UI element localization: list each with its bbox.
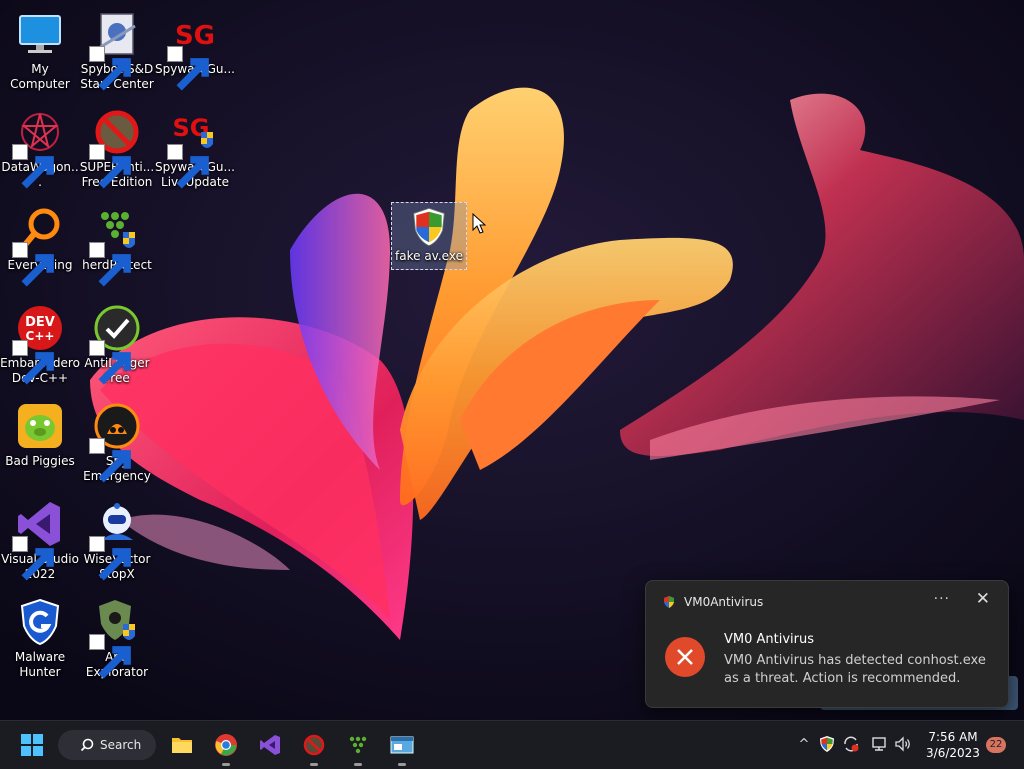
search-label: Search	[100, 738, 142, 752]
running-indicator	[222, 763, 230, 766]
desktop-icon-wisevector[interactable]: WiseVector StopX	[77, 492, 157, 584]
shortcut-arrow-icon	[12, 536, 54, 581]
taskbar-superantispyware[interactable]	[298, 729, 330, 766]
running-indicator	[354, 763, 362, 766]
sync-error-icon	[844, 736, 859, 752]
desktop-icon-label: Malware Hunter	[14, 650, 66, 679]
spybot-icon	[89, 8, 143, 91]
shortcut-arrow-icon	[89, 634, 131, 679]
devcpp-icon: DEV C++	[12, 302, 66, 385]
defender-shield-icon	[664, 596, 674, 608]
shortcut-arrow-icon	[167, 144, 209, 189]
tray-network[interactable]	[870, 735, 890, 755]
taskbar-chrome[interactable]	[210, 729, 242, 766]
shortcut-arrow-icon	[167, 46, 209, 91]
taskbar-clock[interactable]: 7:56 AM 3/6/2023	[918, 729, 988, 761]
visual-studio-icon	[260, 735, 280, 755]
monitor-icon	[14, 8, 66, 60]
shortcut-arrow-icon	[12, 242, 54, 287]
defender-shield-icon	[820, 736, 834, 752]
toast-message: VM0 Antivirus has detected conhost.exe a…	[724, 653, 986, 686]
desktop-icon-label: My Computer	[10, 62, 70, 91]
shortcut-arrow-icon	[89, 242, 131, 287]
toast-app-name: VM0Antivirus	[684, 595, 764, 609]
tray-sync-status[interactable]	[842, 735, 862, 755]
toast-close-button[interactable]: ✕	[976, 589, 990, 609]
shortcut-arrow-icon	[12, 144, 54, 189]
taskbar: Search ^ 7:56 AM 3/6/2023 22	[0, 720, 1024, 769]
application-window-icon	[390, 736, 414, 754]
desktop-icon-devcpp[interactable]: DEV C++ Embarcadero Dev-C++	[0, 296, 80, 388]
toast-title: VM0 Antivirus	[724, 632, 815, 647]
clock-date: 3/6/2023	[926, 746, 980, 760]
shortcut-arrow-icon	[12, 340, 54, 385]
desktop-icon-my-computer[interactable]: My Computer	[0, 2, 80, 94]
herdprotect-icon	[89, 204, 143, 287]
herdprotect-icon	[349, 736, 367, 754]
shortcut-arrow-icon	[89, 46, 131, 91]
desktop-icon-visual-studio[interactable]: Visual Studio 2022	[0, 492, 80, 584]
spy-emergency-icon	[89, 400, 143, 483]
toast-more-button[interactable]: ···	[934, 591, 950, 607]
shortcut-arrow-icon	[89, 438, 131, 483]
taskbar-file-explorer[interactable]	[166, 729, 198, 761]
desktop-icon-spy-emergency[interactable]: Spy Emergency	[77, 394, 157, 486]
notification-count-badge[interactable]: 22	[986, 737, 1006, 753]
desktop-icon-bad-piggies[interactable]: Bad Piggies	[0, 394, 80, 486]
checkmark-circle-icon	[89, 302, 143, 385]
network-icon	[872, 737, 886, 751]
clock-time: 7:56 AM	[928, 730, 978, 744]
anti-explorator-icon	[89, 596, 143, 679]
desktop-icon-everything[interactable]: Everything	[0, 198, 80, 290]
desktop-icon-spywareguard[interactable]: SG SpywareGu...	[155, 2, 235, 94]
desktop-icon-anti-explorator[interactable]: Anti Explorator	[77, 590, 157, 682]
desktop-icon-spywareguard-liveupdate[interactable]: SG SpywareGu... LiveUpdate	[155, 100, 235, 192]
search-icon	[80, 738, 94, 752]
svg-text:DEV: DEV	[25, 315, 55, 330]
desktop-icon-superantispyware[interactable]: SUPERAnti... Free Edition	[77, 100, 157, 192]
speaker-icon	[895, 736, 910, 752]
error-x-icon	[665, 637, 705, 677]
tray-overflow-chevron[interactable]: ^	[794, 735, 814, 755]
desktop-icon-label: Bad Piggies	[5, 454, 75, 468]
desktop-icon-fake-av[interactable]: fake av.exe	[391, 202, 467, 270]
datawagon-icon	[12, 106, 66, 189]
running-indicator	[398, 763, 406, 766]
taskbar-app-window[interactable]	[386, 729, 418, 766]
chrome-icon	[215, 734, 237, 756]
tray-defender[interactable]	[818, 735, 838, 755]
toast-header: VM0Antivirus	[662, 595, 763, 609]
running-indicator	[310, 763, 318, 766]
folder-icon	[172, 738, 192, 753]
spywareguard-logo-icon: SG	[167, 8, 221, 91]
visual-studio-icon	[12, 498, 66, 581]
start-button[interactable]	[16, 729, 48, 761]
taskbar-search[interactable]: Search	[58, 730, 156, 760]
shield-g-icon	[14, 596, 66, 648]
mouse-cursor-icon	[472, 213, 486, 234]
desktop-icon-herdprotect[interactable]: herdProtect	[77, 198, 157, 290]
green-pig-icon	[14, 400, 66, 452]
superantispyware-icon	[303, 734, 325, 756]
desktop-icon-label: fake av.exe	[395, 249, 463, 263]
magnifier-icon	[12, 204, 66, 287]
spywareguard-update-icon: SG	[167, 106, 221, 189]
shield-windows-icon	[407, 205, 451, 249]
superantispyware-icon	[89, 106, 143, 189]
desktop-icon-datawagon[interactable]: DataWagon...	[0, 100, 80, 192]
taskbar-visual-studio[interactable]	[254, 729, 286, 761]
shortcut-arrow-icon	[89, 536, 131, 581]
windows-logo-icon	[21, 734, 43, 756]
robot-shield-icon	[89, 498, 143, 581]
desktop-icon-malware-hunter[interactable]: Malware Hunter	[0, 590, 80, 682]
shortcut-arrow-icon	[89, 144, 131, 189]
notification-toast[interactable]: VM0Antivirus ··· ✕ VM0 Antivirus VM0 Ant…	[645, 580, 1009, 708]
desktop-icon-antilogger[interactable]: AntiLogger Free	[77, 296, 157, 388]
desktop-icon-spybot[interactable]: Spybot-S&D Start Center	[77, 2, 157, 94]
taskbar-herdprotect[interactable]	[342, 729, 374, 766]
shortcut-arrow-icon	[89, 340, 131, 385]
tray-volume[interactable]	[894, 735, 914, 755]
